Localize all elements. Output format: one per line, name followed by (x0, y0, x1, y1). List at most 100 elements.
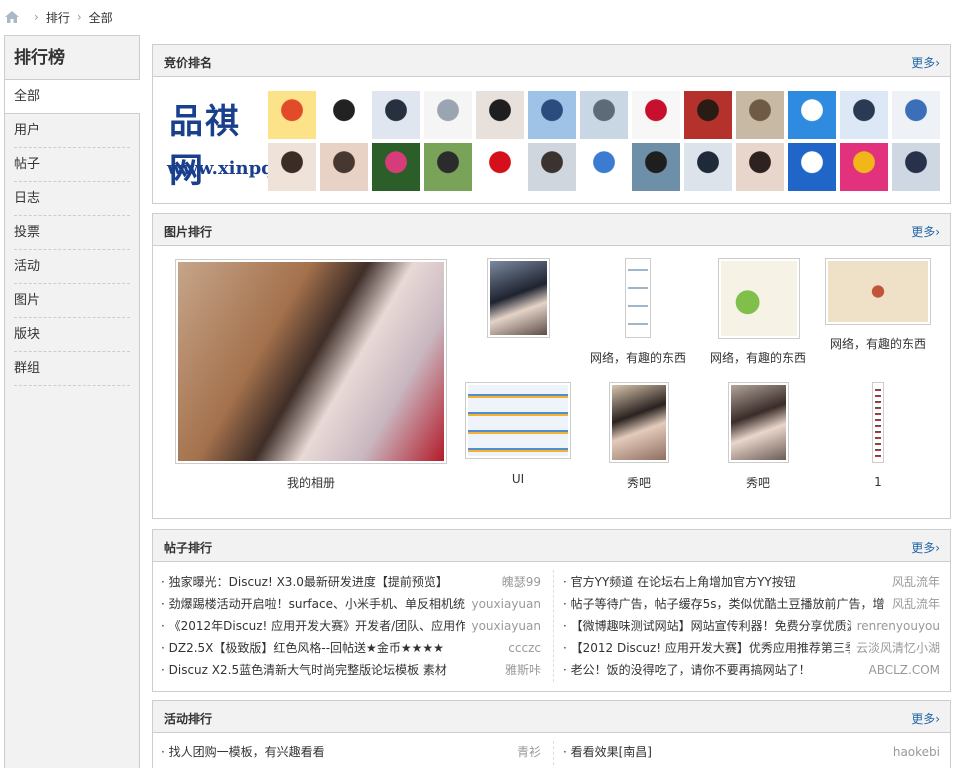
sidebar-item-all[interactable]: 全部 (5, 80, 140, 114)
member-avatar[interactable] (892, 143, 940, 191)
member-avatar[interactable] (580, 143, 628, 191)
thread-title-link[interactable]: · 《2012年Discuz! 应用开发大赛》开发者/团队、应用作品 (161, 619, 479, 633)
chevron-right-icon: › (76, 10, 82, 24)
thread-title-link[interactable]: · 找人团购一模板，有兴趣看看 (161, 745, 325, 759)
more-link[interactable]: 更多› (911, 710, 940, 727)
list-item: · 官方YY频道 在论坛右上角增加官方YY按钮 风乱流年 (563, 571, 940, 593)
thread-title-link[interactable]: · 劲爆踢楼活动开启啦！surface、小米手机、单反相机统统 (161, 597, 477, 611)
thread-title-link[interactable]: · DZ2.5X【极致版】红色风格--回帖送★金币★★★★ (161, 641, 444, 655)
advertiser-logo[interactable]: 品祺网 www.xinpq.ne (167, 92, 305, 192)
member-avatar[interactable] (892, 91, 940, 139)
section-header: 活动排行 更多› (153, 701, 950, 733)
thread-title-link[interactable]: · 【微博趣味测试网站】网站宣传利器！免费分享优质源 (563, 619, 859, 633)
thread-title-link[interactable]: · 老公！饭的没得吃了，请你不要再搞网站了！ (563, 663, 811, 677)
thread-title-link[interactable]: · 【2012 Discuz! 应用开发大赛】优秀应用推荐第三季 (563, 641, 857, 655)
list-item: · 《2012年Discuz! 应用开发大赛》开发者/团队、应用作品 youxia… (161, 615, 541, 637)
picture-thumb[interactable] (609, 382, 669, 463)
section-header: 图片排行 更多› (153, 214, 950, 246)
section-title: 图片排行 (164, 225, 213, 239)
thread-title-link[interactable]: · 看看效果[南昌] (563, 745, 652, 759)
sidebar-item-users[interactable]: 用户 (14, 114, 130, 148)
member-avatar[interactable] (424, 91, 472, 139)
picture-caption[interactable]: 网络，有趣的东西 (588, 349, 688, 366)
member-avatar[interactable] (632, 91, 680, 139)
member-avatar[interactable] (268, 143, 316, 191)
breadcrumb: › 排行 › 全部 (0, 0, 964, 34)
member-avatar[interactable] (840, 143, 888, 191)
member-avatar[interactable] (320, 143, 368, 191)
author-link[interactable]: renrenyouyou (850, 615, 940, 637)
thread-title-link[interactable]: · 帖子等待广告，帖子缓存5s，类似优酷土豆播放前广告，增 (563, 597, 885, 611)
sidebar-item-blogs[interactable]: 日志 (14, 182, 130, 216)
list-item: · 老公！饭的没得吃了，请你不要再搞网站了！ ABCLZ.COM (563, 659, 940, 681)
member-avatar[interactable] (424, 143, 472, 191)
more-link[interactable]: 更多› (911, 539, 940, 556)
member-avatar[interactable] (632, 143, 680, 191)
section-header: 帖子排行 更多› (153, 530, 950, 562)
author-link[interactable]: ccczc (502, 637, 541, 659)
author-link[interactable]: youxiayuan (465, 615, 541, 637)
member-avatar[interactable] (320, 91, 368, 139)
member-avatar[interactable] (788, 91, 836, 139)
member-avatar[interactable] (840, 91, 888, 139)
list-item: · 看看效果[南昌] haokebi (563, 741, 940, 763)
member-avatar[interactable] (372, 143, 420, 191)
picture-thumb[interactable] (728, 382, 789, 463)
picture-caption[interactable]: 网络，有趣的东西 (828, 335, 928, 352)
list-item: · 劲爆踢楼活动开启啦！surface、小米手机、单反相机统统 youxiayua… (161, 593, 541, 615)
thread-title-link[interactable]: · Discuz X2.5蓝色清新大气时尚完整版论坛模板 素材 (161, 663, 447, 677)
picture-caption[interactable]: 我的相册 (175, 474, 447, 491)
member-avatar[interactable] (580, 91, 628, 139)
list-item: · 独家曝光：Discuz! X3.0最新研发进度【提前预览】 魄瑟99 (161, 571, 541, 593)
member-avatar[interactable] (736, 91, 784, 139)
author-link[interactable]: 风乱流年 (885, 571, 940, 593)
picture-thumb[interactable] (825, 258, 931, 325)
sidebar-item-polls[interactable]: 投票 (14, 216, 130, 250)
section-title: 活动排行 (164, 712, 213, 726)
picture-caption[interactable]: 秀吧 (589, 474, 689, 491)
picture-thumb[interactable] (718, 258, 800, 339)
list-item: · DZ2.5X【极致版】红色风格--回帖送★金币★★★★ ccczc (161, 637, 541, 659)
member-avatar[interactable] (476, 91, 524, 139)
picture-thumb[interactable] (465, 382, 571, 459)
breadcrumb-rank[interactable]: 排行 (46, 9, 70, 26)
author-link[interactable]: haokebi (886, 741, 940, 763)
member-avatar[interactable] (528, 91, 576, 139)
thread-title-link[interactable]: · 独家曝光：Discuz! X3.0最新研发进度【提前预览】 (161, 575, 448, 589)
member-avatar[interactable] (476, 143, 524, 191)
author-link[interactable]: 魄瑟99 (495, 571, 541, 593)
member-avatar[interactable] (788, 143, 836, 191)
author-link[interactable]: ABCLZ.COM (862, 659, 940, 681)
picture-caption[interactable]: 1 (828, 475, 928, 489)
breadcrumb-all[interactable]: 全部 (89, 9, 113, 26)
section-title: 帖子排行 (164, 541, 213, 555)
member-avatar[interactable] (528, 143, 576, 191)
author-link[interactable]: youxiayuan (465, 593, 541, 615)
picture-thumb[interactable] (625, 258, 651, 338)
member-avatar[interactable] (684, 143, 732, 191)
more-link[interactable]: 更多› (911, 54, 940, 71)
picture-caption[interactable]: 秀吧 (708, 474, 808, 491)
thread-title-link[interactable]: · 官方YY频道 在论坛右上角增加官方YY按钮 (563, 575, 796, 589)
sidebar-item-activities[interactable]: 活动 (14, 250, 130, 284)
member-avatar[interactable] (268, 91, 316, 139)
sidebar-item-forums[interactable]: 版块 (14, 318, 130, 352)
member-avatar[interactable] (736, 143, 784, 191)
home-icon[interactable] (5, 11, 19, 23)
author-link[interactable]: 云淡风清忆小湖 (849, 637, 940, 659)
more-link[interactable]: 更多› (911, 223, 940, 240)
author-link[interactable]: 青衫 (510, 741, 541, 763)
picture-caption[interactable]: 网络，有趣的东西 (708, 349, 808, 366)
sidebar-item-posts[interactable]: 帖子 (14, 148, 130, 182)
list-item: · 找人团购一模板，有兴趣看看 青衫 (161, 741, 541, 763)
member-avatar[interactable] (372, 91, 420, 139)
sidebar-item-pictures[interactable]: 图片 (14, 284, 130, 318)
author-link[interactable]: 雅斯咔 (498, 659, 541, 681)
picture-thumb[interactable] (175, 259, 447, 464)
picture-thumb[interactable] (872, 382, 884, 463)
author-link[interactable]: 风乱流年 (885, 593, 940, 615)
picture-thumb[interactable] (487, 258, 550, 338)
sidebar-item-groups[interactable]: 群组 (14, 352, 130, 386)
picture-caption[interactable]: UI (468, 472, 568, 486)
member-avatar[interactable] (684, 91, 732, 139)
